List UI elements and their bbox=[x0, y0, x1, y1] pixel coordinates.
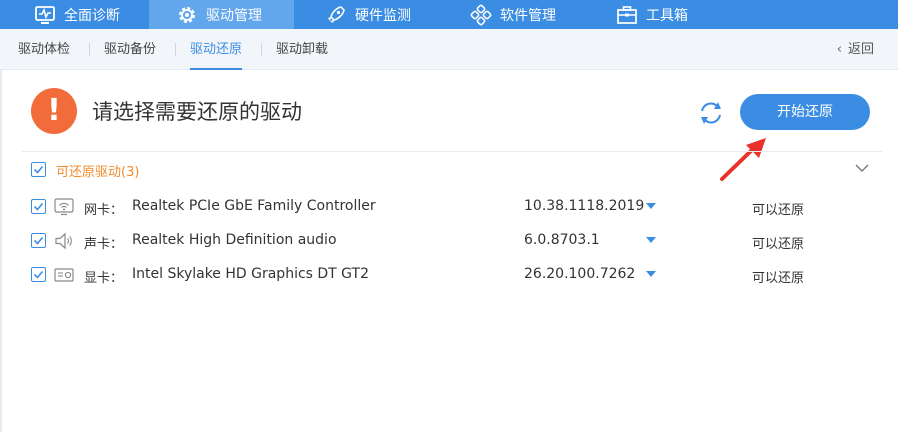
subtab-driver-uninstall[interactable]: 驱动卸载 bbox=[276, 29, 328, 70]
driver-row: 声卡： Realtek High Definition audio 6.0.87… bbox=[0, 224, 898, 258]
sub-nav: 驱动体检 驱动备份 驱动还原 驱动卸载 ‹ 返回 bbox=[0, 29, 898, 70]
driver-checkbox[interactable] bbox=[31, 233, 46, 248]
tab-driver-management[interactable]: 驱动管理 bbox=[149, 0, 294, 29]
driver-status: 可以还原 bbox=[752, 203, 805, 218]
back-button[interactable]: ‹ 返回 bbox=[837, 29, 874, 70]
tab-toolbox[interactable]: 工具箱 bbox=[616, 0, 688, 29]
driver-type: 网卡： bbox=[84, 203, 124, 218]
driver-status: 可以还原 bbox=[752, 237, 805, 252]
start-restore-button[interactable]: 开始还原 bbox=[740, 94, 870, 130]
driver-name: Realtek PCIe GbE Family Controller bbox=[132, 198, 376, 214]
separator bbox=[261, 43, 262, 56]
driver-name: Realtek High Definition audio bbox=[132, 232, 337, 248]
subtab-driver-checkup[interactable]: 驱动体检 bbox=[18, 29, 70, 70]
toolbox-icon bbox=[616, 4, 638, 26]
driver-type: 声卡： bbox=[84, 237, 124, 252]
refresh-button[interactable] bbox=[696, 99, 726, 127]
driver-version: 6.0.8703.1 bbox=[524, 232, 600, 248]
separator bbox=[175, 43, 176, 56]
tab-software-management[interactable]: 软件管理 bbox=[470, 0, 556, 29]
tab-label: 工具箱 bbox=[646, 7, 688, 24]
driver-type: 显卡： bbox=[84, 271, 124, 286]
driver-name: Intel Skylake HD Graphics DT GT2 bbox=[132, 266, 369, 282]
driver-version: 10.38.1118.2019 bbox=[524, 198, 645, 214]
refresh-icon bbox=[701, 102, 721, 124]
separator bbox=[89, 43, 90, 56]
tab-label: 全面诊断 bbox=[64, 7, 120, 24]
gear-icon bbox=[176, 4, 198, 26]
graphics-card-icon bbox=[54, 268, 74, 282]
back-label: 返回 bbox=[847, 42, 874, 57]
checkmark-icon bbox=[33, 165, 44, 174]
speaker-icon bbox=[55, 232, 72, 250]
version-dropdown-icon[interactable] bbox=[645, 236, 657, 244]
chevron-down-icon bbox=[855, 164, 869, 172]
tab-label: 硬件监测 bbox=[355, 7, 411, 24]
annotation-arrow-icon bbox=[720, 138, 766, 181]
checkmark-icon bbox=[33, 236, 44, 245]
driver-row: 网卡： Realtek PCIe GbE Family Controller 1… bbox=[0, 190, 898, 224]
group-label: 可还原驱动(3) bbox=[56, 165, 140, 180]
warning-icon: ! bbox=[31, 88, 77, 134]
tab-hardware-monitor[interactable]: 硬件监测 bbox=[325, 0, 411, 29]
version-dropdown-icon[interactable] bbox=[645, 202, 657, 210]
page-title: 请选择需要还原的驱动 bbox=[92, 100, 302, 124]
driver-status: 可以还原 bbox=[752, 271, 805, 286]
tab-label: 驱动管理 bbox=[206, 7, 262, 24]
chevron-left-icon: ‹ bbox=[836, 42, 842, 57]
driver-checkbox[interactable] bbox=[31, 267, 46, 282]
grid-flower-icon bbox=[470, 4, 492, 26]
tab-full-diagnosis[interactable]: 全面诊断 bbox=[34, 0, 120, 29]
driver-row: 显卡： Intel Skylake HD Graphics DT GT2 26.… bbox=[0, 258, 898, 292]
app-window: 全面诊断 驱动管理 硬件监测 软件管理 工具箱 驱动体检 驱动备份 驱动还原 驱… bbox=[0, 0, 898, 432]
version-dropdown-icon[interactable] bbox=[645, 270, 657, 278]
divider bbox=[22, 151, 882, 152]
group-checkbox[interactable] bbox=[31, 162, 46, 177]
checkmark-icon bbox=[33, 270, 44, 279]
monitor-pulse-icon bbox=[34, 4, 56, 26]
rocket-icon bbox=[325, 4, 347, 26]
subtab-driver-backup[interactable]: 驱动备份 bbox=[104, 29, 156, 70]
network-icon bbox=[54, 198, 74, 216]
top-nav: 全面诊断 驱动管理 硬件监测 软件管理 工具箱 bbox=[0, 0, 898, 29]
driver-checkbox[interactable] bbox=[31, 199, 46, 214]
subtab-driver-restore[interactable]: 驱动还原 bbox=[190, 29, 243, 70]
driver-version: 26.20.100.7262 bbox=[524, 266, 636, 282]
collapse-button[interactable] bbox=[854, 160, 870, 174]
checkmark-icon bbox=[33, 202, 44, 211]
tab-label: 软件管理 bbox=[500, 7, 556, 24]
